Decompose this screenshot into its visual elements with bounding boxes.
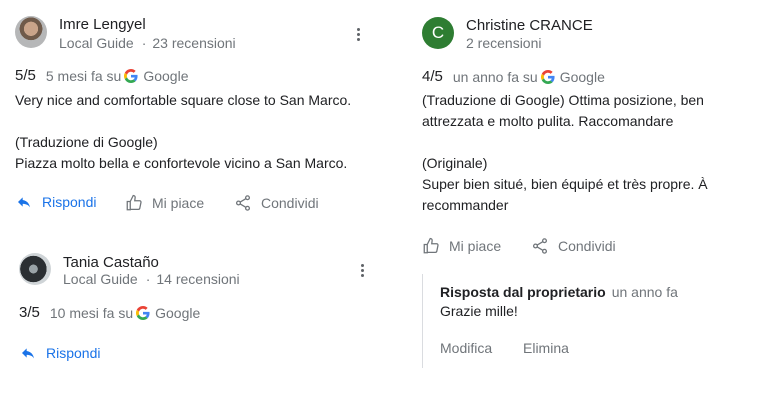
review-source: Google: [143, 67, 189, 84]
review-line: recommander: [422, 197, 509, 213]
rating-line: 5/5 5 mesi fa su Google: [15, 67, 189, 84]
reviewer-name[interactable]: Imre Lengyel: [59, 16, 146, 33]
reply-label: Rispondi: [46, 345, 101, 361]
review-source: Google: [559, 68, 605, 85]
review-source: Google: [155, 304, 201, 321]
review-count: 23 recensioni: [152, 35, 236, 51]
google-logo-icon: [124, 69, 138, 83]
review-time: 5 mesi fa su: [45, 67, 122, 84]
share-button[interactable]: Condividi: [234, 194, 319, 212]
owner-reply-time: un anno fa: [611, 284, 678, 300]
review-time: un anno fa su: [452, 68, 538, 85]
avatar[interactable]: C: [422, 17, 454, 49]
review-line: (Traduzione di Google): [15, 134, 158, 150]
reply-icon: [18, 197, 30, 208]
owner-reply-header: Risposta dal proprietario un anno fa: [440, 284, 678, 302]
review-line: Very nice and comfortable square close t…: [15, 92, 352, 108]
more-options-icon[interactable]: [354, 262, 370, 278]
thumbs-up-icon: [423, 237, 439, 254]
like-button[interactable]: Mi piace: [422, 237, 501, 255]
reviewer-meta: Local Guide · 23 recensioni: [59, 35, 236, 51]
rating-line: 3/5 10 mesi fa su Google: [19, 304, 200, 321]
rating-line: 4/5 un anno fa su Google: [422, 68, 605, 85]
reply-button[interactable]: Rispondi: [15, 194, 96, 210]
owner-reply-text: Grazie mille!: [440, 303, 518, 319]
rating-score: 5/5: [15, 67, 36, 84]
review-line: attrezzata e molto pulita. Raccomandare: [422, 113, 674, 129]
share-label: Condividi: [261, 195, 319, 211]
like-label: Mi piace: [152, 195, 205, 211]
review-line: [422, 132, 742, 153]
review-line: [15, 111, 395, 132]
review-line: Piazza molto bella e confortevole vicino…: [15, 155, 348, 171]
review-text: (Traduzione di Google) Ottima posizione,…: [422, 90, 742, 216]
share-icon: [532, 238, 548, 254]
owner-reply: Risposta dal proprietario un anno fa Graz…: [422, 274, 743, 368]
review-text: Very nice and comfortable square close t…: [15, 90, 395, 174]
review-count: 2 recensioni: [466, 35, 542, 51]
separator-dot: ·: [141, 35, 147, 51]
share-label: Condividi: [558, 238, 616, 254]
review-line: (Traduzione di Google) Ottima posizione,…: [422, 92, 704, 108]
review-line: (Originale): [422, 155, 488, 171]
review-time: 10 mesi fa su: [49, 304, 134, 321]
owner-reply-title: Risposta dal proprietario: [440, 284, 606, 300]
review-line: Super bien situé, bien équipé et très pr…: [422, 176, 708, 192]
like-button[interactable]: Mi piace: [125, 194, 204, 212]
avatar[interactable]: [15, 16, 47, 48]
share-icon: [235, 195, 251, 211]
like-label: Mi piace: [449, 238, 502, 254]
separator-dot: ·: [145, 271, 151, 287]
google-logo-icon: [541, 70, 555, 84]
local-guide-label: Local Guide: [63, 271, 138, 287]
reply-button[interactable]: Rispondi: [19, 345, 100, 361]
edit-reply-link[interactable]: Modifica: [440, 340, 492, 356]
avatar[interactable]: [19, 253, 51, 285]
rating-score: 3/5: [19, 304, 40, 321]
reviewer-name[interactable]: Tania Castaño: [63, 254, 159, 271]
local-guide-label: Local Guide: [59, 35, 134, 51]
reviewer-meta: Local Guide · 14 recensioni: [63, 271, 240, 287]
rating-score: 4/5: [422, 68, 443, 85]
review-count: 14 recensioni: [156, 271, 240, 287]
delete-reply-link[interactable]: Elimina: [523, 340, 569, 356]
thumbs-up-icon: [126, 194, 142, 211]
share-button[interactable]: Condividi: [531, 237, 616, 255]
more-options-icon[interactable]: [350, 26, 366, 42]
google-logo-icon: [136, 306, 150, 320]
reply-icon: [22, 348, 34, 359]
reply-label: Rispondi: [42, 194, 97, 210]
reviewer-name[interactable]: Christine CRANCE: [466, 17, 593, 34]
